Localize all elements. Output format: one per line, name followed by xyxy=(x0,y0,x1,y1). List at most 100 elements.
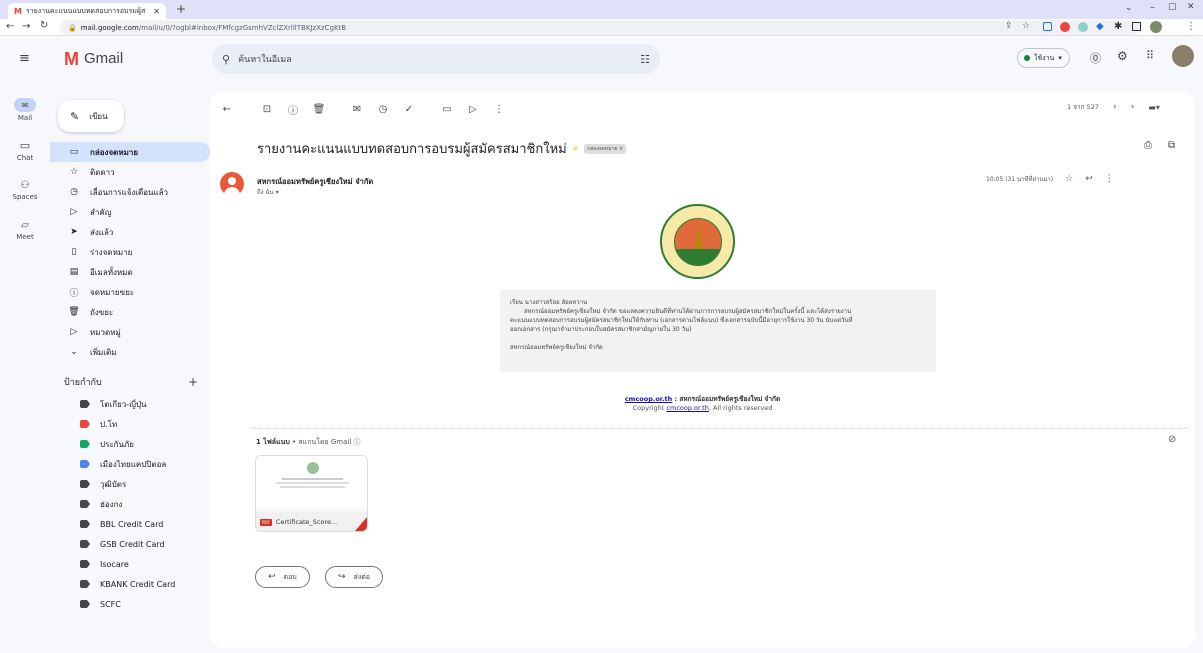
sidebar-item-label: ติดดาว xyxy=(90,167,115,177)
input-tools-icon[interactable]: ▬▾ xyxy=(1148,103,1160,112)
attachment-card[interactable]: PDF Certificate_Score... xyxy=(255,455,368,532)
close-tab-icon[interactable]: ✕ xyxy=(153,7,160,16)
gmail-logo-icon[interactable]: M xyxy=(64,49,79,70)
label-item-8[interactable]: Isocare xyxy=(50,554,210,574)
sidebar-item-10[interactable]: ⌄ เพิ่มเติม xyxy=(50,342,210,362)
rail-spaces[interactable]: ⚇ Spaces xyxy=(0,170,50,210)
archive-icon[interactable]: ⊡ xyxy=(258,100,276,118)
sidebar-item-9[interactable]: ▷ หมวดหมู่ xyxy=(50,322,210,342)
label-item-6[interactable]: BBL Credit Card xyxy=(50,514,210,534)
delete-icon[interactable]: 🗑 xyxy=(310,100,328,118)
sidebar-item-icon: ▷ xyxy=(70,207,78,217)
importance-marker-icon[interactable]: » xyxy=(573,144,579,154)
label-tag-icon xyxy=(80,600,90,608)
reload-icon[interactable]: ↻ xyxy=(40,20,48,31)
more-options-icon[interactable]: ⋮ xyxy=(490,100,508,118)
account-avatar[interactable] xyxy=(1172,45,1194,67)
label-item-3[interactable]: เมืองไทยแคปปิตอล xyxy=(50,454,210,474)
extension-icon-1[interactable] xyxy=(1043,22,1052,31)
compose-button[interactable]: ✎ เขียน xyxy=(58,100,124,132)
window-close-icon[interactable]: ✕ xyxy=(1187,2,1195,12)
email-subject: รายงานคะแนนแบบทดสอบการอบรมผู้สมัครสมาชิก… xyxy=(257,142,567,157)
browser-menu-icon[interactable]: ⋮ xyxy=(1186,21,1196,32)
new-tab-icon[interactable]: + xyxy=(176,2,186,16)
extension-icon-2[interactable] xyxy=(1060,22,1070,32)
add-to-tasks-icon[interactable]: ✓ xyxy=(400,100,418,118)
email-time: 10:05 (31 นาทีที่ผ่านมา) xyxy=(986,176,1054,183)
rail-meet[interactable]: ▱ Meet xyxy=(0,210,50,250)
label-item-4[interactable]: วุฒิบัตร xyxy=(50,474,210,494)
back-icon[interactable]: ← xyxy=(6,21,14,32)
back-to-inbox-icon[interactable]: ← xyxy=(218,100,236,118)
maximize-icon[interactable]: ▢ xyxy=(1168,2,1177,12)
pencil-icon: ✎ xyxy=(70,109,80,123)
sidebar-item-2[interactable]: ◷ เลื่อนการแจ้งเตือนแล้ว xyxy=(50,182,210,202)
label-icon[interactable]: ▷ xyxy=(464,100,482,118)
label-item-0[interactable]: โตเกียว-ญี่ปุ่น xyxy=(50,394,210,414)
inbox-tag[interactable]: กล่องจดหมาย × xyxy=(584,143,627,154)
label-item-2[interactable]: ประกันภัย xyxy=(50,434,210,454)
sidebar-item-4[interactable]: ➤ ส่งแล้ว xyxy=(50,222,210,242)
sidebar-item-1[interactable]: ☆ ติดดาว xyxy=(50,162,210,182)
tab-search-icon[interactable]: ⌄ xyxy=(1125,3,1133,13)
newer-icon[interactable]: ‹ xyxy=(1113,102,1117,112)
address-bar[interactable]: 🔒 mail.google.com/mail/u/0/?ogbl#inbox/F… xyxy=(60,20,1140,35)
open-new-window-icon[interactable]: ⧉ xyxy=(1168,140,1175,151)
copyright-link[interactable]: cmcoop.or.th xyxy=(666,404,708,412)
search-bar[interactable]: ⚲ ค้นหาในอีเมล ☷ xyxy=(212,44,660,74)
label-tag-icon xyxy=(80,580,90,588)
sidebar-item-7[interactable]: ⓘ จดหมายขยะ xyxy=(50,282,210,302)
footer-link[interactable]: cmcoop.or.th xyxy=(625,395,672,403)
older-icon[interactable]: › xyxy=(1131,102,1135,112)
report-spam-icon[interactable]: ⓘ xyxy=(284,100,302,118)
forward-button[interactable]: ↪ ส่งต่อ xyxy=(325,566,383,588)
main-menu-icon[interactable]: ≡ xyxy=(19,51,30,66)
gmail-favicon-icon: M xyxy=(14,6,22,16)
more-icon[interactable]: ⋮ xyxy=(1105,174,1114,184)
sidebar-item-5[interactable]: ▯ ร่างจดหมาย xyxy=(50,242,210,262)
label-item-9[interactable]: KBANK Credit Card xyxy=(50,574,210,594)
print-icon[interactable]: ⎙ xyxy=(1144,140,1152,151)
side-panel-icon[interactable] xyxy=(1132,22,1141,31)
sidebar-item-0[interactable]: ▭ กล่องจดหมาย xyxy=(50,142,210,162)
email-body-line: สหกรณ์ออมทรัพย์ครูเชียงใหม่ จำกัด ขอแสดง… xyxy=(524,308,852,315)
bookmark-star-icon[interactable]: ☆ xyxy=(1022,21,1030,31)
label-item-10[interactable]: SCFC xyxy=(50,594,210,614)
forward-icon[interactable]: → xyxy=(22,21,30,32)
sidebar-item-8[interactable]: 🗑 ถังขยะ xyxy=(50,302,210,322)
app-name: Gmail xyxy=(84,50,124,67)
search-input[interactable]: ค้นหาในอีเมล xyxy=(238,52,632,66)
extension-icon-3[interactable] xyxy=(1078,22,1088,32)
extension-icon-4[interactable]: ◆ xyxy=(1096,21,1104,32)
sidebar-item-6[interactable]: ▤ อีเมลทั้งหมด xyxy=(50,262,210,282)
add-label-icon[interactable]: + xyxy=(188,375,198,389)
settings-gear-icon[interactable]: ⚙ xyxy=(1117,49,1128,63)
search-options-icon[interactable]: ☷ xyxy=(640,53,650,66)
add-to-drive-icon[interactable]: ⊘ xyxy=(1168,434,1176,445)
apps-grid-icon[interactable]: ⠿ xyxy=(1146,49,1154,62)
extensions-puzzle-icon[interactable]: ✱ xyxy=(1114,21,1122,32)
star-icon[interactable]: ☆ xyxy=(1065,174,1073,184)
rail-mail[interactable]: ✉ Mail xyxy=(0,90,50,130)
reply-icon[interactable]: ↩ xyxy=(1085,174,1093,184)
browser-tab[interactable]: M รายงานคะแนนแบบทดสอบการอบรมผู้ส ✕ xyxy=(8,3,166,19)
label-item-5[interactable]: ฮ่องกง xyxy=(50,494,210,514)
share-icon[interactable]: ⇪ xyxy=(1005,21,1013,31)
status-chip[interactable]: ใช้งาน ▾ xyxy=(1017,48,1070,68)
reply-button[interactable]: ↩ ตอบ xyxy=(255,566,310,588)
minimize-icon[interactable]: – xyxy=(1150,2,1155,13)
rail-chat[interactable]: ▭ Chat xyxy=(0,130,50,170)
sidebar-item-icon: ➤ xyxy=(70,227,78,237)
move-to-icon[interactable]: ▭ xyxy=(438,100,456,118)
recipient[interactable]: ถึง ฉัน ▾ xyxy=(257,187,279,197)
help-icon[interactable]: ⓪ xyxy=(1090,50,1101,66)
profile-avatar-icon[interactable] xyxy=(1150,21,1162,33)
email-footer-line: cmcoop.or.th : สหกรณ์ออมทรัพย์ครูเชียงให… xyxy=(210,394,1195,404)
label-item-1[interactable]: ป.โท xyxy=(50,414,210,434)
snooze-icon[interactable]: ◷ xyxy=(374,100,392,118)
sidebar-item-3[interactable]: ▷ สำคัญ xyxy=(50,202,210,222)
label-item-7[interactable]: GSB Credit Card xyxy=(50,534,210,554)
mark-unread-icon[interactable]: ✉ xyxy=(348,100,366,118)
label-item-text: เมืองไทยแคปปิตอล xyxy=(100,459,167,469)
search-icon[interactable]: ⚲ xyxy=(222,53,230,66)
